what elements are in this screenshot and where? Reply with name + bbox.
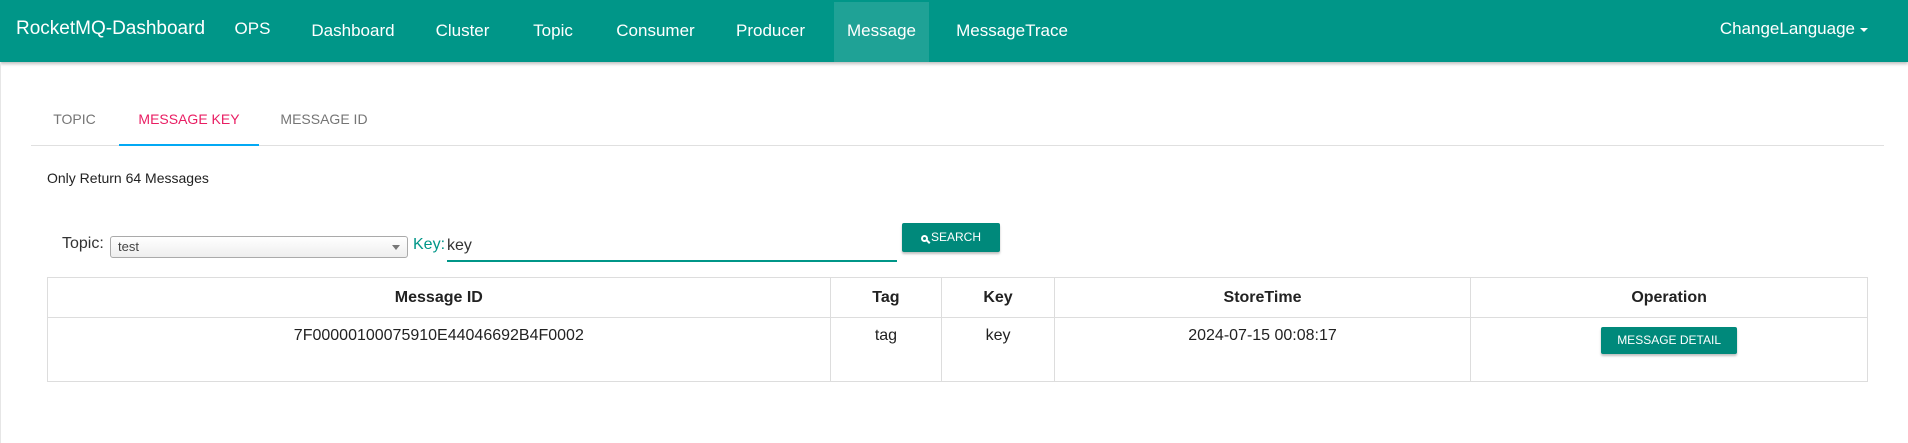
nav-item-ops[interactable]: OPS (230, 2, 275, 62)
nav-item-topic[interactable]: Topic (519, 2, 587, 62)
chevron-down-icon (392, 245, 400, 250)
nav-item-messagetrace[interactable]: MessageTrace (945, 2, 1079, 62)
top-navbar: RocketMQ-Dashboard OPS Dashboard Cluster… (0, 0, 1908, 62)
search-button-label: SEARCH (930, 230, 981, 244)
cell-key: key (941, 317, 1055, 382)
cell-tag: tag (829, 317, 943, 382)
table-header-row: Message ID Tag Key StoreTime Operation (47, 277, 1868, 318)
change-language-label: ChangeLanguage (1719, 19, 1855, 38)
nav-item-dashboard[interactable]: Dashboard (300, 2, 406, 62)
key-label: Key: (413, 236, 446, 253)
key-input[interactable] (447, 232, 897, 262)
tab-message-key[interactable]: MESSAGE KEY (119, 95, 259, 146)
topic-select[interactable]: test (110, 236, 408, 258)
message-table: Message ID Tag Key StoreTime Operation 7… (47, 277, 1868, 382)
nav-item-message[interactable]: Message (834, 2, 929, 62)
change-language-dropdown[interactable]: ChangeLanguage (1720, 0, 1868, 58)
result-limit-notice: Only Return 64 Messages (47, 170, 209, 186)
column-header-tag: Tag (829, 277, 943, 318)
query-tabs: TOPIC MESSAGE KEY MESSAGE ID (31, 95, 1884, 146)
column-header-storetime: StoreTime (1053, 277, 1472, 318)
message-detail-button[interactable]: MESSAGE DETAIL (1601, 327, 1738, 354)
column-header-key: Key (941, 277, 1055, 318)
search-icon (920, 235, 928, 242)
topic-label: Topic: (62, 235, 104, 252)
tab-topic[interactable]: TOPIC (31, 95, 118, 144)
cell-message-id: 7F00000100075910E44046692B4F0002 (47, 317, 831, 382)
nav-item-producer[interactable]: Producer (724, 2, 817, 62)
tab-message-id[interactable]: MESSAGE ID (259, 95, 389, 144)
table-row: 7F00000100075910E44046692B4F0002 tag key… (47, 317, 1868, 382)
cell-operation: MESSAGE DETAIL (1470, 317, 1868, 382)
caret-down-icon (1860, 27, 1868, 32)
left-divider (0, 62, 1, 443)
column-header-operation: Operation (1470, 277, 1868, 318)
nav-item-consumer[interactable]: Consumer (604, 2, 707, 62)
cell-storetime: 2024-07-15 00:08:17 (1053, 317, 1472, 382)
search-button[interactable]: SEARCH (902, 223, 1000, 252)
brand-link[interactable]: RocketMQ-Dashboard (16, 0, 205, 58)
nav-item-cluster[interactable]: Cluster (425, 2, 500, 62)
column-header-message-id: Message ID (47, 277, 831, 318)
topic-select-value: test (118, 239, 139, 254)
